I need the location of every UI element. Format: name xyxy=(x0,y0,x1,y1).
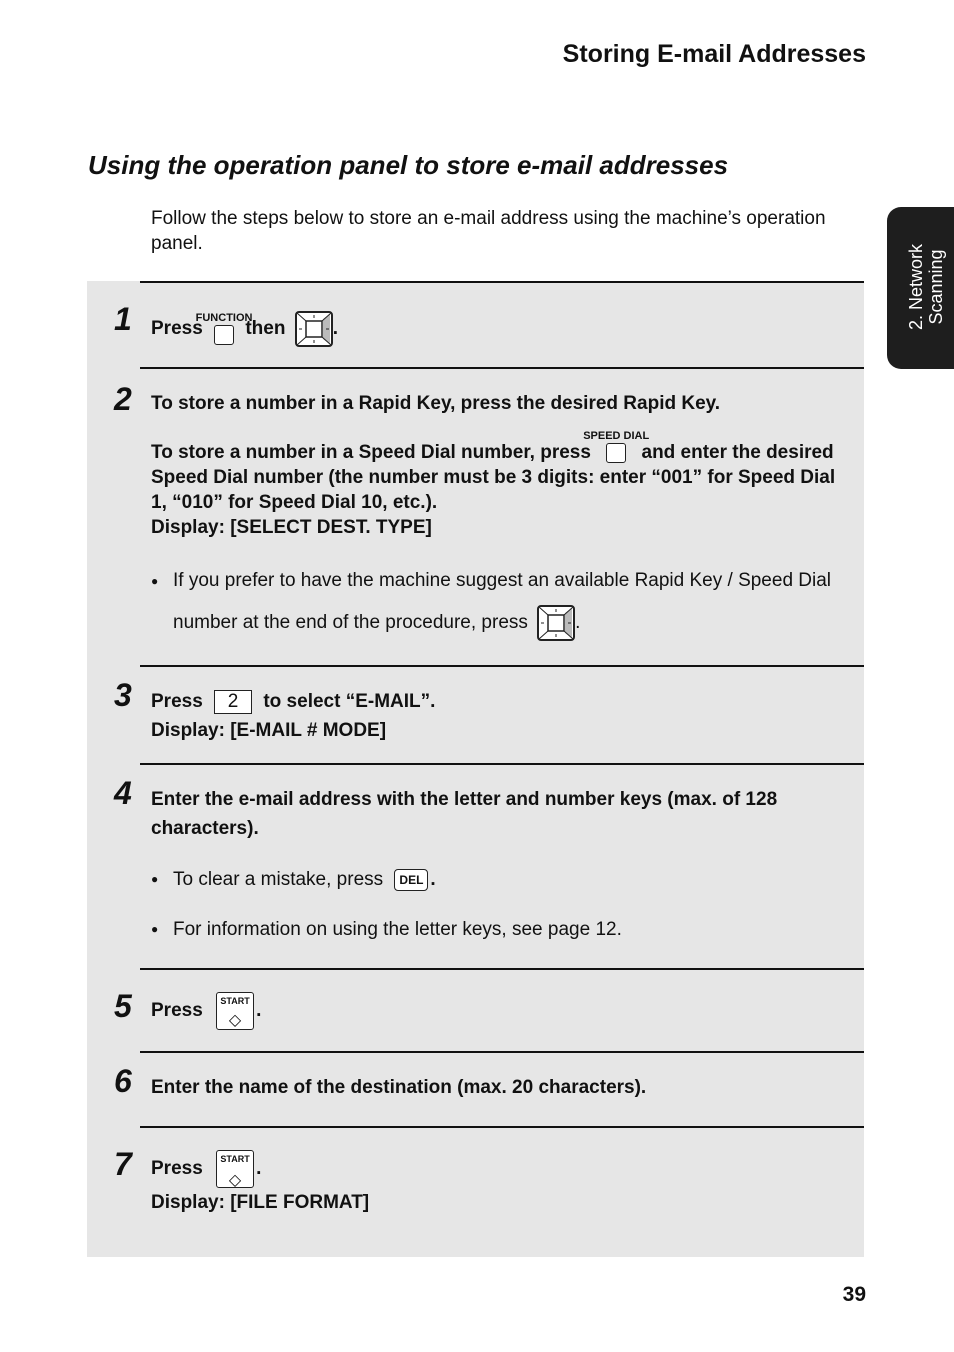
start-diamond-icon: ◇ xyxy=(228,1012,242,1029)
start-key-label: START xyxy=(220,1154,250,1164)
step-text: to select “E-MAIL”. xyxy=(263,691,436,712)
chapter-tab-line1: 2. Network xyxy=(906,243,926,331)
del-key: DEL xyxy=(394,868,429,891)
bullet-item: If you prefer to have the machine sugges… xyxy=(151,560,844,644)
step-text: Enter the name of the destination (max. … xyxy=(151,1077,647,1098)
start-key: START ◇ xyxy=(216,992,255,1030)
step-text-speed-dial: To store a number in a Speed Dial number… xyxy=(151,430,844,515)
function-key-icon xyxy=(214,324,235,345)
bullet-text: For information on using the letter keys… xyxy=(173,919,622,940)
bullet-text: To clear a mistake, press xyxy=(173,869,384,890)
step-number: 6 xyxy=(114,1063,132,1099)
step-text: Enter the e-mail address with the letter… xyxy=(151,789,778,839)
navigation-key-icon xyxy=(537,604,576,641)
navigation-key-icon xyxy=(294,311,333,347)
step-1: 1 Press FUNCTION then . xyxy=(114,281,864,369)
step-number: 2 xyxy=(114,381,132,417)
step-text: Press xyxy=(151,691,203,712)
step-text: . xyxy=(256,1000,262,1022)
step-text: To store a number in a Speed Dial number… xyxy=(151,442,591,463)
start-key: START ◇ xyxy=(216,1150,255,1189)
bullet-item: To clear a mistake, press DEL. xyxy=(151,865,844,894)
start-diamond-icon: ◇ xyxy=(228,1172,242,1189)
step-5: 5 Press START ◇ . xyxy=(114,968,864,1053)
display-text: Display: [SELECT DEST. TYPE] xyxy=(151,517,432,538)
intro-text: Follow the steps below to store an e-mai… xyxy=(151,208,826,254)
step-text: . xyxy=(332,318,339,340)
bullet-text: If you prefer to have the machine sugges… xyxy=(173,570,832,633)
step-text: Press xyxy=(151,1158,203,1180)
function-key: FUNCTION xyxy=(196,312,252,347)
step-2: 2 To store a number in a Rapid Key, pres… xyxy=(114,367,864,667)
step-number: 3 xyxy=(114,677,132,713)
bullet-text: . xyxy=(430,869,436,890)
steps-panel: 1 Press FUNCTION then . 2 To store a num… xyxy=(87,281,864,1257)
step-6: 6 Enter the name of the destination (max… xyxy=(114,1051,864,1128)
number-key-2: 2 xyxy=(214,689,253,714)
step-number: 7 xyxy=(114,1146,132,1182)
step-text: . xyxy=(256,1158,262,1180)
page-header-title: Storing E-mail Addresses xyxy=(562,40,866,68)
speed-dial-key-icon xyxy=(606,442,627,463)
speed-dial-key: SPEED DIAL xyxy=(583,430,649,465)
start-key-label: START xyxy=(220,996,250,1006)
step-4: 4 Enter the e-mail address with the lett… xyxy=(114,763,864,970)
bullet-item: For information on using the letter keys… xyxy=(151,915,844,944)
chapter-tab-line2: Scanning xyxy=(926,249,946,325)
chapter-tab: 2. Network Scanning xyxy=(887,207,954,369)
step-text: Press xyxy=(151,1000,203,1022)
section-title: Using the operation panel to store e-mai… xyxy=(88,150,729,180)
step-text: To store a number in a Rapid Key, press … xyxy=(151,393,721,414)
bullet-text: . xyxy=(575,612,581,633)
display-text: Display: [E-MAIL # MODE] xyxy=(151,720,387,741)
step-number: 4 xyxy=(114,775,132,811)
step-7: 7 Press START ◇ . Display: [FILE FORMAT] xyxy=(114,1126,864,1259)
step-number: 5 xyxy=(114,988,132,1024)
step-number: 1 xyxy=(114,301,132,337)
display-text: Display: [FILE FORMAT] xyxy=(151,1192,370,1213)
page-number: 39 xyxy=(842,1283,866,1306)
step-3: 3 Press 2 to select “E-MAIL”. Display: [… xyxy=(114,665,864,765)
